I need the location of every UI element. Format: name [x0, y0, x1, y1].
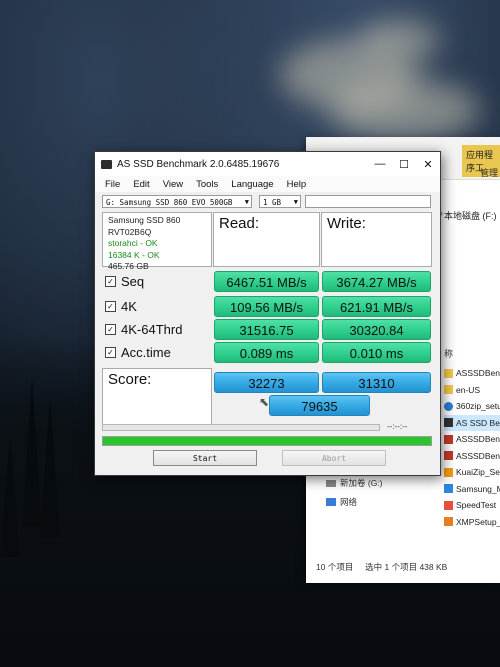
4k-64thrd-read-value: 31516.75: [214, 319, 319, 340]
app-icon: [444, 418, 453, 428]
test-label-seq: Seq: [121, 274, 145, 289]
minimize-button[interactable]: —: [368, 158, 392, 170]
address-bar[interactable]: 本地磁盘 (F:): [444, 209, 497, 222]
test-progress-bar: [102, 424, 380, 431]
mouse-cursor-icon: ⬉: [259, 395, 270, 409]
app-icon: [444, 517, 453, 527]
abort-button[interactable]: Abort: [282, 450, 386, 466]
tab-manage[interactable]: 管理: [480, 166, 498, 179]
test-size-value: 1 GB: [263, 198, 282, 207]
file-icon: [444, 434, 453, 444]
drive-select-value: G: Samsung SSD 860 EVO 500GB: [106, 198, 233, 207]
4k-write-value: 621.91 MB/s: [322, 296, 431, 317]
file-icon: [444, 451, 453, 461]
progress-fill: [103, 437, 431, 445]
driver-status: storahci - OK: [108, 238, 158, 248]
toolbar: G: Samsung SSD 860 EVO 500GB ▼ 1 GB ▼: [95, 192, 440, 212]
4k-64thrd-write-value: 30320.84: [322, 319, 431, 340]
info-field: [305, 195, 431, 208]
test-row-4k: ✓ 4K: [102, 296, 212, 317]
elapsed-timer: --:--:--: [387, 422, 408, 431]
drive-icon: [326, 479, 336, 487]
write-column-header: Write:: [321, 212, 432, 267]
score-read-value: 32273: [214, 372, 319, 393]
drive-select[interactable]: G: Samsung SSD 860 EVO 500GB ▼: [102, 195, 252, 208]
seq-write-value: 3674.27 MB/s: [322, 271, 431, 292]
acc-time-checkbox[interactable]: ✓: [105, 347, 116, 358]
list-item[interactable]: Samsung_Mag: [444, 481, 500, 498]
menu-file[interactable]: File: [105, 179, 120, 190]
read-column-header: Read:: [213, 212, 320, 267]
acc-time-write-value: 0.010 ms: [322, 342, 431, 363]
window-title: AS SSD Benchmark 2.0.6485.19676: [117, 158, 280, 170]
results-grid: Samsung SSD 860 RVT02B6Q storahci - OK 1…: [102, 212, 432, 426]
chevron-down-icon: ▼: [244, 198, 249, 206]
maximize-button[interactable]: ☐: [392, 158, 416, 171]
file-list: ASSSDBench en-US 360zip_setup AS SSD Ben…: [444, 365, 500, 530]
menu-bar: File Edit View Tools Language Help: [95, 176, 440, 192]
overall-progress-bar: [102, 436, 432, 446]
list-item[interactable]: AS SSD Bench: [444, 414, 500, 431]
app-icon: [444, 500, 453, 510]
start-button[interactable]: Start: [153, 450, 257, 466]
network-icon: [326, 498, 336, 506]
folder-icon: [444, 368, 453, 378]
test-row-acc-time: ✓ Acc.time: [102, 342, 212, 363]
chevron-down-icon: ▼: [293, 198, 298, 206]
device-info: Samsung SSD 860 RVT02B6Q storahci - OK 1…: [102, 212, 212, 271]
score-total-value: 79635: [269, 395, 370, 416]
list-item[interactable]: ASSSDBench: [444, 448, 500, 465]
nav-item-drive-g[interactable]: 新加卷 (G:): [326, 477, 383, 489]
menu-help[interactable]: Help: [287, 179, 307, 190]
4k-64thrd-checkbox[interactable]: ✓: [105, 324, 116, 335]
list-item[interactable]: SpeedTest: [444, 497, 500, 514]
test-label-4k: 4K: [121, 299, 137, 314]
list-item[interactable]: XMPSetup_4.9: [444, 514, 500, 531]
list-item[interactable]: ASSSDBench: [444, 431, 500, 448]
score-write-value: 31310: [322, 372, 431, 393]
score-label-box: Score:: [102, 368, 212, 426]
list-item[interactable]: KuaiZip_Setup: [444, 464, 500, 481]
seq-checkbox[interactable]: ✓: [105, 276, 116, 287]
app-icon: [444, 401, 453, 411]
status-item-count: 10 个项目: [316, 562, 354, 572]
nav-item-network[interactable]: 网络: [326, 496, 357, 508]
test-size-select[interactable]: 1 GB ▼: [259, 195, 301, 208]
menu-language[interactable]: Language: [231, 179, 273, 190]
score-label: Score:: [108, 371, 152, 388]
status-selected: 选中 1 个项目 438 KB: [365, 562, 448, 572]
as-ssd-window: AS SSD Benchmark 2.0.6485.19676 — ☐ ✕ Fi…: [94, 151, 441, 476]
status-bar: 10 个项目 选中 1 个项目 438 KB: [316, 561, 447, 573]
test-row-seq: ✓ Seq: [102, 271, 212, 292]
title-bar[interactable]: AS SSD Benchmark 2.0.6485.19676 — ☐ ✕: [95, 152, 440, 176]
menu-tools[interactable]: Tools: [196, 179, 218, 190]
acc-time-read-value: 0.089 ms: [214, 342, 319, 363]
list-item[interactable]: 360zip_setup: [444, 398, 500, 415]
test-row-4k-64thrd: ✓ 4K-64Thrd: [102, 319, 212, 340]
menu-edit[interactable]: Edit: [133, 179, 149, 190]
close-button[interactable]: ✕: [416, 158, 440, 171]
4k-checkbox[interactable]: ✓: [105, 301, 116, 312]
folder-icon: [444, 385, 453, 395]
app-icon: [444, 484, 453, 494]
list-item[interactable]: en-US: [444, 382, 500, 399]
column-header-name[interactable]: 称: [444, 347, 453, 360]
app-icon: [444, 467, 453, 477]
device-firmware: RVT02B6Q: [108, 226, 152, 237]
4k-read-value: 109.56 MB/s: [214, 296, 319, 317]
list-item[interactable]: ASSSDBench: [444, 365, 500, 382]
test-label-acc-time: Acc.time: [121, 345, 171, 360]
test-label-4k-64thrd: 4K-64Thrd: [121, 322, 183, 337]
alignment-status: 16384 K - OK: [108, 249, 160, 260]
menu-view[interactable]: View: [163, 179, 183, 190]
device-model: Samsung SSD 860: [108, 215, 181, 225]
app-icon: [101, 159, 112, 169]
seq-read-value: 6467.51 MB/s: [214, 271, 319, 292]
